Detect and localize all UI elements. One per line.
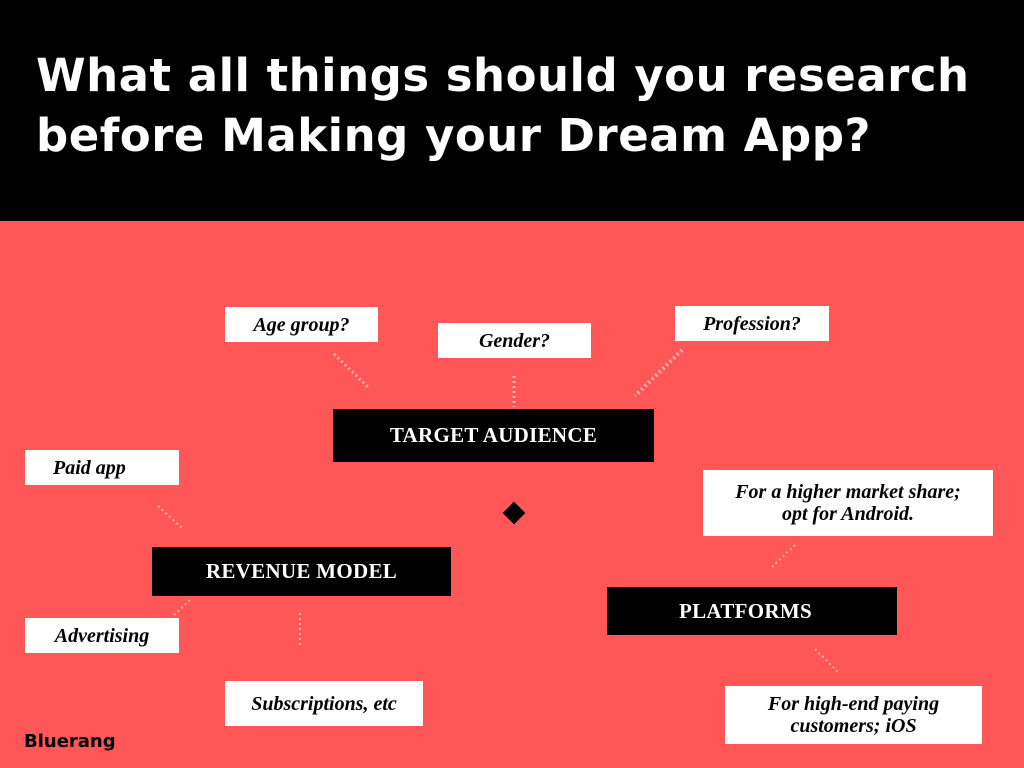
title-line-1: What all things should you research <box>36 49 970 102</box>
note-age-group-text: Age group? <box>253 313 350 336</box>
hub-platforms: PLATFORMS <box>607 587 897 635</box>
page-title: What all things should you research befo… <box>36 46 996 166</box>
connector-paid-app <box>157 505 183 529</box>
title-line-2: before Making your Dream App? <box>36 109 872 162</box>
hub-target-audience: TARGET AUDIENCE <box>333 409 654 462</box>
connector-ios <box>814 648 839 673</box>
note-android: For a higher market share; opt for Andro… <box>703 470 993 536</box>
connector-profession <box>633 348 684 398</box>
note-ios: For high-end paying customers; iOS <box>725 686 982 744</box>
note-profession-text: Profession? <box>703 312 801 335</box>
note-android-line-1: For a higher market share; <box>735 481 961 503</box>
note-subscriptions: Subscriptions, etc <box>225 681 423 726</box>
note-ios-line-2: customers; iOS <box>790 715 917 737</box>
note-profession: Profession? <box>675 306 829 341</box>
hub-revenue-model-label: REVENUE MODEL <box>205 559 398 583</box>
note-age-group: Age group? <box>225 307 378 342</box>
note-subscriptions-text: Subscriptions, etc <box>251 692 397 715</box>
hub-revenue-model: REVENUE MODEL <box>152 547 451 596</box>
connector-android <box>771 544 796 568</box>
note-paid-app-text: Paid app <box>53 456 126 479</box>
hub-platforms-label: PLATFORMS <box>679 598 812 623</box>
note-ios-line-1: For high-end paying <box>767 693 940 715</box>
center-diamond-icon <box>502 501 526 525</box>
note-advertising-text: Advertising <box>54 624 150 647</box>
connector-age-group <box>332 352 372 391</box>
note-gender-text: Gender? <box>478 329 551 352</box>
note-paid-app: Paid app <box>25 450 179 485</box>
header-banner: What all things should you research befo… <box>0 0 1024 221</box>
note-android-line-2: opt for Android. <box>781 503 915 525</box>
brand-logo: Bluerang <box>24 731 116 752</box>
connector-advertising <box>171 599 191 618</box>
note-gender: Gender? <box>438 323 591 358</box>
hub-target-audience-label: TARGET AUDIENCE <box>389 423 598 447</box>
note-advertising: Advertising <box>25 618 179 653</box>
